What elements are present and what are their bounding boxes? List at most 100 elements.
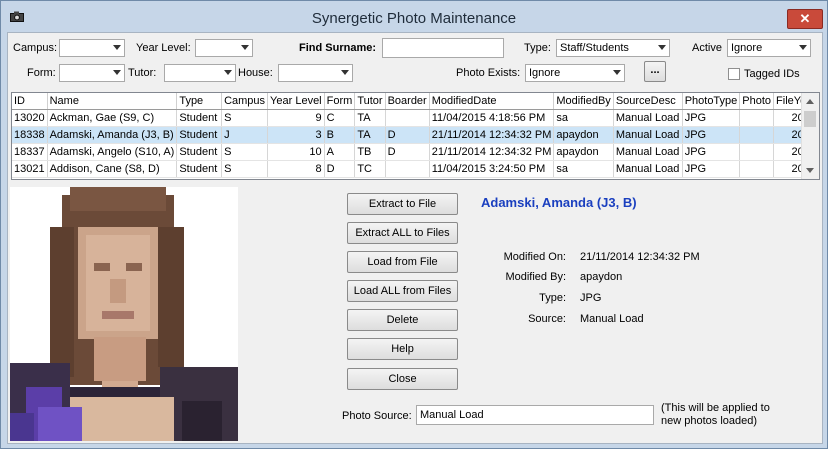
table-cell: D xyxy=(324,160,356,178)
form-select[interactable] xyxy=(59,64,125,82)
extract-to-file-button[interactable]: Extract to File xyxy=(347,193,458,215)
title-bar[interactable]: Synergetic Photo Maintenance ✕ xyxy=(1,1,827,31)
grid-scrollbar[interactable] xyxy=(801,93,819,179)
table-cell xyxy=(739,160,775,178)
scroll-thumb[interactable] xyxy=(804,111,816,127)
photo-exists-value: Ignore xyxy=(529,67,561,79)
table-cell xyxy=(385,109,430,127)
table-cell: Manual Load xyxy=(613,160,683,178)
column-header[interactable]: Tutor xyxy=(354,93,386,110)
table-cell: 9 xyxy=(267,109,325,127)
scroll-down-icon[interactable] xyxy=(806,168,814,173)
extract-all-to-files-button[interactable]: Extract ALL to Files xyxy=(347,222,458,244)
table-cell: JPG xyxy=(682,143,741,161)
table-cell: 13021 xyxy=(12,160,48,178)
photo-type-value: JPG xyxy=(580,292,602,304)
table-cell: Ackman, Gae (S9, C) xyxy=(47,109,178,127)
campus-select[interactable] xyxy=(59,39,125,57)
chevron-down-icon xyxy=(799,45,807,50)
pixelated-portrait-image xyxy=(10,187,238,441)
table-cell: S xyxy=(221,109,269,127)
table-cell: 10 xyxy=(267,143,325,161)
browse-ellipsis-button[interactable]: ... xyxy=(644,61,666,82)
table-cell: TC xyxy=(354,160,386,178)
scroll-up-icon[interactable] xyxy=(806,99,814,104)
table-cell: C xyxy=(324,109,356,127)
table-row[interactable]: 18337 Adamski, Angelo (S10, A) Student S 10 A… xyxy=(12,143,819,161)
photo-source-note: (This will be applied to new photos load… xyxy=(661,402,770,427)
tagged-ids-label: Tagged IDs xyxy=(744,68,800,80)
modified-on-label: Modified On: xyxy=(503,251,566,263)
tagged-ids-checkbox[interactable] xyxy=(728,68,740,80)
house-select[interactable] xyxy=(278,64,353,82)
type-label: Type: xyxy=(524,42,551,54)
table-cell: sa xyxy=(553,160,614,178)
table-cell: D xyxy=(385,143,430,161)
selected-student-name: Adamski, Amanda (J3, B) xyxy=(481,195,637,210)
table-cell: Manual Load xyxy=(613,126,683,144)
table-cell: 8 xyxy=(267,160,325,178)
table-cell: Adamski, Angelo (S10, A) xyxy=(47,143,178,161)
table-cell: Student xyxy=(176,109,223,127)
table-cell: JPG xyxy=(682,126,741,144)
column-header[interactable]: Campus xyxy=(221,93,269,110)
active-label: Active xyxy=(692,42,722,54)
window-close-button[interactable]: ✕ xyxy=(787,9,823,29)
table-row[interactable]: 18338 Adamski, Amanda (J3, B) Student J 3 B TA… xyxy=(12,126,819,144)
close-button[interactable]: Close xyxy=(347,368,458,390)
app-window: Synergetic Photo Maintenance ✕ Campus: Y… xyxy=(0,0,828,449)
photo-type-label: Type: xyxy=(539,292,566,304)
help-button[interactable]: Help xyxy=(347,338,458,360)
chevron-down-icon xyxy=(613,70,621,75)
chevron-down-icon xyxy=(658,45,666,50)
delete-button[interactable]: Delete xyxy=(347,309,458,331)
table-cell: 21/11/2014 12:34:32 PM xyxy=(429,126,555,144)
table-row[interactable]: 13021 Addison, Cane (S8, D) Student S 8 D TC 11… xyxy=(12,160,819,178)
column-header[interactable]: SourceDesc xyxy=(613,93,683,110)
chevron-down-icon xyxy=(113,70,121,75)
type-value: Staff/Students xyxy=(560,42,629,54)
photo-source-input[interactable]: Manual Load xyxy=(416,405,654,425)
student-grid: ID Name Type Campus Year Level Form Tutor Board… xyxy=(11,92,820,180)
table-cell: J xyxy=(221,126,269,144)
chevron-down-icon xyxy=(224,70,232,75)
column-header[interactable]: Boarder xyxy=(385,93,430,110)
column-header[interactable]: ModifiedDate xyxy=(429,93,555,110)
column-header[interactable]: Year Level xyxy=(267,93,325,110)
column-header[interactable]: ID xyxy=(12,93,48,110)
table-cell: B xyxy=(324,126,356,144)
photo-exists-select[interactable]: Ignore xyxy=(525,64,625,82)
table-cell: Addison, Cane (S8, D) xyxy=(47,160,178,178)
table-cell xyxy=(739,109,775,127)
column-header[interactable]: ModifiedBy xyxy=(553,93,614,110)
table-cell xyxy=(385,160,430,178)
load-from-file-button[interactable]: Load from File xyxy=(347,251,458,273)
tutor-select[interactable] xyxy=(164,64,236,82)
table-cell: 11/04/2015 4:18:56 PM xyxy=(429,109,555,127)
table-cell: TA xyxy=(354,126,386,144)
table-cell: Manual Load xyxy=(613,143,683,161)
column-header[interactable]: Type xyxy=(176,93,223,110)
column-header[interactable]: Photo xyxy=(739,93,775,110)
table-row[interactable]: 13020 Ackman, Gae (S9, C) Student S 9 C TA 11/0… xyxy=(12,109,819,127)
house-label: House: xyxy=(238,67,273,79)
source-label: Source: xyxy=(528,313,566,325)
find-surname-label: Find Surname: xyxy=(299,42,377,54)
column-header[interactable]: Form xyxy=(324,93,356,110)
table-cell: JPG xyxy=(682,109,741,127)
type-select[interactable]: Staff/Students xyxy=(556,39,670,57)
column-header[interactable]: PhotoType xyxy=(682,93,741,110)
close-icon: ✕ xyxy=(799,11,811,26)
table-cell: A xyxy=(324,143,356,161)
year-level-select[interactable] xyxy=(195,39,253,57)
table-cell: 13020 xyxy=(12,109,48,127)
active-select[interactable]: Ignore xyxy=(727,39,811,57)
find-surname-input[interactable] xyxy=(382,38,504,58)
chevron-down-icon xyxy=(341,70,349,75)
tutor-label: Tutor: xyxy=(128,67,157,79)
column-header[interactable]: Name xyxy=(47,93,178,110)
source-value: Manual Load xyxy=(580,313,644,325)
student-table: ID Name Type Campus Year Level Form Tutor Board… xyxy=(12,93,819,178)
load-all-from-files-button[interactable]: Load ALL from Files xyxy=(347,280,458,302)
table-cell: TA xyxy=(354,109,386,127)
